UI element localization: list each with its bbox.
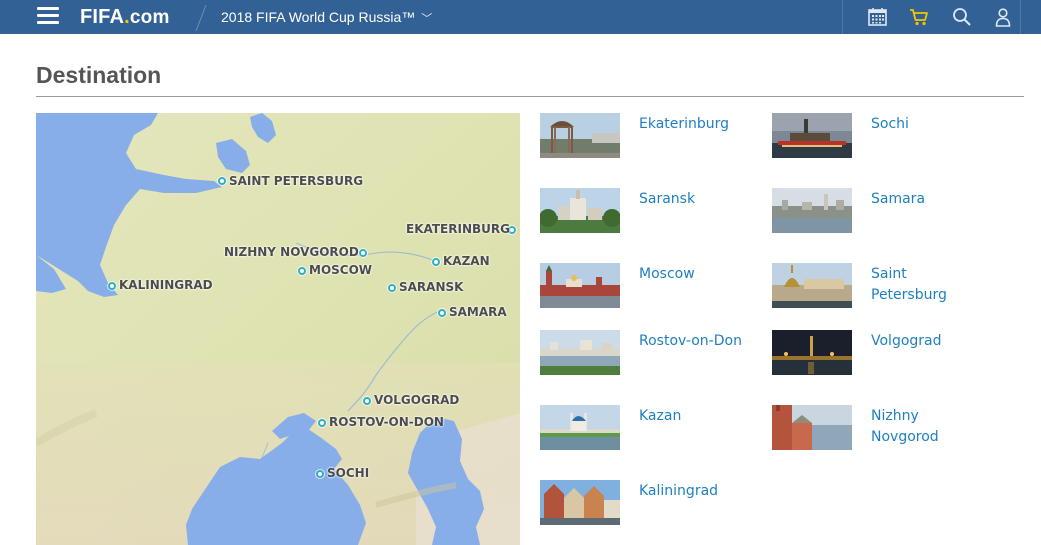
chevron-down-icon: ﹀ xyxy=(421,13,433,25)
edition-selector[interactable]: 2018 FIFA World Cup Russia™ ﹀ xyxy=(221,8,432,28)
destination-name[interactable]: Kaliningrad xyxy=(639,481,749,502)
destination-name[interactable]: Sochi xyxy=(871,114,981,135)
map-marker-volgograd[interactable] xyxy=(363,397,371,405)
map-marker-sochi[interactable] xyxy=(316,470,324,478)
destination-thumbnail xyxy=(772,263,852,308)
cart-icon[interactable] xyxy=(908,6,930,28)
destination-name[interactable]: Kazan xyxy=(639,406,749,427)
destination-name[interactable]: Rostov-on-Don xyxy=(639,331,749,352)
map-marker-rostov-on-don[interactable] xyxy=(318,419,326,427)
destination-item-ekaterinburg[interactable]: Ekaterinburg xyxy=(540,113,740,159)
search-icon[interactable] xyxy=(951,6,973,28)
edition-label: 2018 FIFA World Cup Russia™ xyxy=(221,9,416,25)
destination-item-saransk[interactable]: Saransk xyxy=(540,188,740,234)
map-marker-moscow[interactable] xyxy=(298,267,306,275)
page-title: Destination xyxy=(36,62,162,88)
destination-item-samara[interactable]: Samara xyxy=(772,188,972,234)
destination-thumbnail xyxy=(772,188,852,233)
map-label-sochi[interactable]: SOCHI xyxy=(327,466,369,480)
destination-thumbnail xyxy=(540,113,620,158)
fifa-logo[interactable]: FIFA.com xyxy=(80,4,170,30)
destination-thumbnail xyxy=(540,405,620,450)
destination-name[interactable]: Ekaterinburg xyxy=(639,114,749,135)
map-label-volgograd[interactable]: VOLGOGRAD xyxy=(374,393,459,407)
map-label-rostov-on-don[interactable]: ROSTOV-ON-DON xyxy=(329,415,444,429)
toolbar-divider xyxy=(1020,0,1021,34)
destination-name[interactable]: Volgograd xyxy=(871,331,981,352)
map-marker-saint-petersburg[interactable] xyxy=(218,177,226,185)
destination-item-rostov-on-don[interactable]: Rostov-on-Don xyxy=(540,330,742,376)
destination-item-kaliningrad[interactable]: Kaliningrad xyxy=(540,480,740,526)
map-marker-kazan[interactable] xyxy=(432,258,440,266)
destination-thumbnail xyxy=(772,330,852,375)
destination-thumbnail xyxy=(540,263,620,308)
destination-thumbnail xyxy=(772,405,852,450)
map-label-moscow[interactable]: MOSCOW xyxy=(309,263,372,277)
map-marker-samara[interactable] xyxy=(438,309,446,317)
destination-thumbnail xyxy=(540,188,620,233)
destination-thumbnail xyxy=(772,113,852,158)
destination-item-sochi[interactable]: Sochi xyxy=(772,113,972,159)
destination-name[interactable]: Saransk xyxy=(639,189,749,210)
destination-name[interactable]: Moscow xyxy=(639,264,749,285)
user-icon[interactable] xyxy=(992,6,1014,28)
calendar-icon[interactable] xyxy=(867,6,889,28)
destination-item-moscow[interactable]: Moscow xyxy=(540,263,740,309)
destination-thumbnail xyxy=(540,330,620,375)
top-navigation-bar: FIFA.com 2018 FIFA World Cup Russia™ ﹀ xyxy=(0,0,1041,34)
map-label-saransk[interactable]: SARANSK xyxy=(399,280,463,294)
destination-item-nizhny-novgorod[interactable]: Nizhny Novgorod xyxy=(772,405,972,451)
logo-suffix: com xyxy=(129,7,170,28)
destination-item-kazan[interactable]: Kazan xyxy=(540,405,740,451)
map-label-saint-petersburg[interactable]: SAINT PETERSBURG xyxy=(229,174,363,188)
destination-item-saint-petersburg[interactable]: Saint Petersburg xyxy=(772,263,972,309)
map-label-nizhny-novgorod[interactable]: NIZHNY NOVGOROD xyxy=(224,245,359,259)
destination-item-volgograd[interactable]: Volgograd xyxy=(772,330,972,376)
destination-name[interactable]: Saint Petersburg xyxy=(871,264,981,306)
header-separator xyxy=(195,4,207,32)
map-label-kazan[interactable]: KAZAN xyxy=(443,254,490,268)
destination-name[interactable]: Nizhny Novgorod xyxy=(871,406,981,448)
title-divider xyxy=(36,96,1024,97)
map-marker-kaliningrad[interactable] xyxy=(108,282,116,290)
menu-icon[interactable] xyxy=(37,7,59,24)
map-label-samara[interactable]: SAMARA xyxy=(449,305,507,319)
map-marker-nizhny-novgorod[interactable] xyxy=(359,249,367,257)
destination-map[interactable]: SAINT PETERSBURG EKATERINBURG NIZHNY NOV… xyxy=(36,113,520,545)
map-label-ekaterinburg[interactable]: EKATERINBURG xyxy=(406,222,510,236)
toolbar-divider xyxy=(842,0,843,34)
logo-main: FIFA xyxy=(80,6,125,28)
map-marker-saransk[interactable] xyxy=(388,284,396,292)
map-label-kaliningrad[interactable]: KALININGRAD xyxy=(119,278,213,292)
destination-thumbnail xyxy=(540,480,620,525)
destination-name[interactable]: Samara xyxy=(871,189,981,210)
